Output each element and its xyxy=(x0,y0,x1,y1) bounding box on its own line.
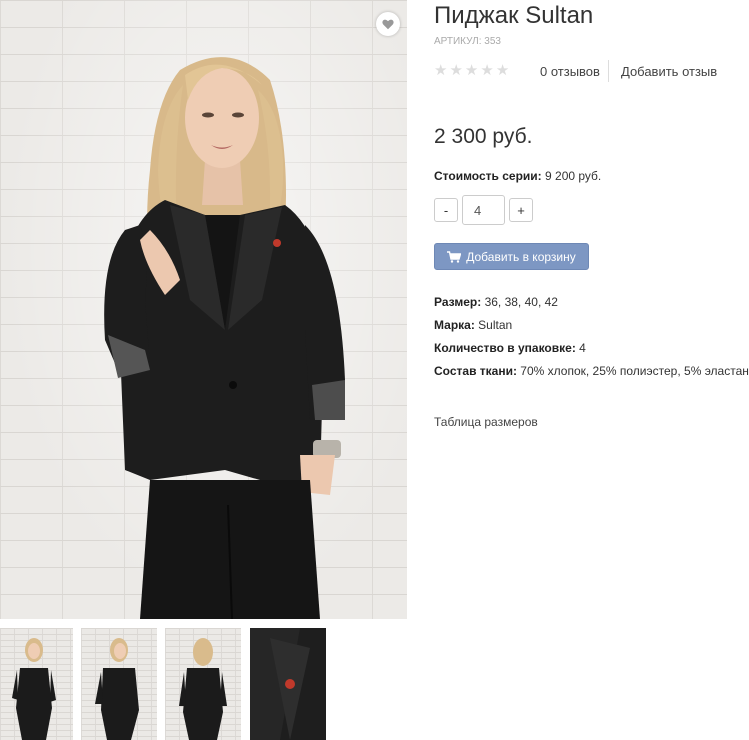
spec-size-label: Размер: xyxy=(434,295,482,309)
star-icon[interactable]: ★ xyxy=(434,63,447,79)
add-to-cart-button[interactable]: Добавить в корзину xyxy=(434,243,589,270)
series-cost-value: 9 200 руб. xyxy=(545,169,602,183)
spec-fabric: Состав ткани: 70% хлопок, 25% полиэстер,… xyxy=(434,364,749,378)
quantity-input[interactable] xyxy=(462,195,505,225)
favorite-button[interactable] xyxy=(376,12,400,36)
product-title: Пиджак Sultan xyxy=(434,2,594,29)
cart-icon xyxy=(447,250,462,263)
rating-stars[interactable]: ★ ★ ★ ★ ★ xyxy=(434,63,509,79)
spec-size: Размер: 36, 38, 40, 42 xyxy=(434,295,558,309)
quantity-decrease-button[interactable]: - xyxy=(434,198,458,222)
star-icon[interactable]: ★ xyxy=(496,63,509,79)
thumbnail-front[interactable] xyxy=(0,628,73,740)
divider xyxy=(608,60,609,82)
spec-size-value: 36, 38, 40, 42 xyxy=(484,295,558,309)
product-sku: АРТИКУЛ: 353 xyxy=(434,36,501,47)
spec-brand-value: Sultan xyxy=(478,318,513,332)
reviews-count-link[interactable]: 0 отзывов xyxy=(540,64,600,79)
product-price: 2 300 руб. xyxy=(434,125,533,148)
spec-pack-label: Количество в упаковке: xyxy=(434,341,576,355)
spec-brand: Марка: Sultan xyxy=(434,318,512,332)
model-figure xyxy=(104,57,345,619)
star-icon[interactable]: ★ xyxy=(465,63,478,79)
main-product-photo[interactable] xyxy=(0,0,407,619)
spec-pack-quantity: Количество в упаковке: 4 xyxy=(434,341,586,355)
spec-pack-value: 4 xyxy=(579,341,586,355)
thumbnail-back[interactable] xyxy=(165,628,241,740)
spec-brand-label: Марка: xyxy=(434,318,475,332)
thumbnail-detail[interactable] xyxy=(250,628,326,740)
spec-fabric-label: Состав ткани: xyxy=(434,364,517,378)
add-to-cart-label: Добавить в корзину xyxy=(466,249,576,264)
quantity-increase-button[interactable]: + xyxy=(509,198,533,222)
size-table-link[interactable]: Таблица размеров xyxy=(434,415,538,429)
star-icon[interactable]: ★ xyxy=(480,63,493,79)
spec-fabric-value: 70% хлопок, 25% полиэстер, 5% эластан xyxy=(520,364,749,378)
add-review-link[interactable]: Добавить отзыв xyxy=(621,64,717,79)
star-icon[interactable]: ★ xyxy=(449,63,462,79)
series-cost-label: Стоимость серии: xyxy=(434,169,542,183)
thumbnail-side[interactable] xyxy=(81,628,157,740)
series-cost: Стоимость серии: 9 200 руб. xyxy=(434,169,601,183)
heart-icon xyxy=(382,19,394,30)
